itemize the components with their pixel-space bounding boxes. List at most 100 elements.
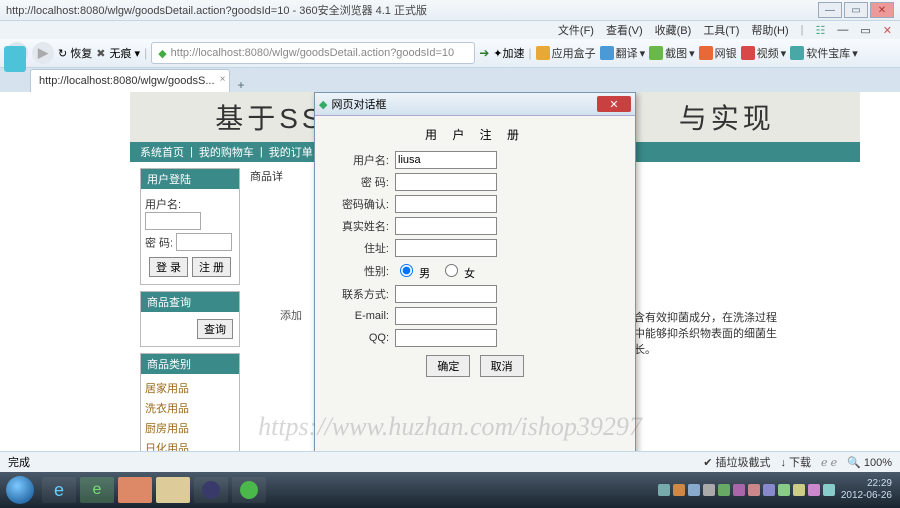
field-contact-input[interactable] bbox=[395, 285, 497, 303]
window-title: http://localhost:8080/wlgw/goodsDetail.a… bbox=[6, 2, 818, 18]
status-left: 完成 bbox=[8, 454, 703, 470]
status-zoom[interactable]: 🔍 100% bbox=[847, 456, 892, 469]
search-panel: 商品查询 查询 bbox=[140, 291, 240, 347]
dialog-icon: ◆ bbox=[319, 98, 327, 111]
login-user-label: 用户名: bbox=[145, 199, 181, 211]
speed-button[interactable]: ✦加速 bbox=[493, 45, 524, 61]
field-user-label: 用户名: bbox=[325, 152, 395, 168]
field-contact-label: 联系方式: bbox=[325, 286, 395, 302]
login-panel: 用户登陆 用户名: 密 码: 登 录注 册 bbox=[140, 168, 240, 285]
category-panel-title: 商品类别 bbox=[141, 354, 239, 374]
task-ie-icon[interactable]: e bbox=[42, 477, 76, 503]
menu-favorites[interactable]: 收藏(B) bbox=[655, 22, 692, 38]
maximize-button[interactable]: ▭ bbox=[844, 2, 868, 18]
field-addr-label: 住址: bbox=[325, 240, 395, 256]
task-app2-icon[interactable] bbox=[232, 477, 266, 503]
login-pass-input[interactable] bbox=[176, 233, 232, 251]
field-email-input[interactable] bbox=[395, 307, 497, 325]
field-pass-label: 密 码: bbox=[325, 174, 395, 190]
status-download[interactable]: ↓ 下载 bbox=[780, 454, 811, 470]
menu-file[interactable]: 文件(F) bbox=[558, 22, 594, 38]
refresh-button[interactable]: ↻ 恢复 bbox=[58, 45, 92, 61]
tab-close-icon[interactable]: × bbox=[220, 74, 226, 85]
field-email-label: E-mail: bbox=[325, 310, 395, 322]
menu-extra-icon[interactable]: ☷ bbox=[816, 24, 826, 37]
menu-close-icon[interactable]: ✕ bbox=[883, 24, 892, 37]
windows-logo-icon bbox=[6, 476, 34, 504]
tab-new-button[interactable]: + bbox=[230, 78, 253, 92]
field-qq-label: QQ: bbox=[325, 332, 395, 344]
browser-menus: 文件(F) 查看(V) 收藏(B) 工具(T) 帮助(H) | ☷ — ▭ ✕ bbox=[0, 21, 900, 39]
login-panel-title: 用户登陆 bbox=[141, 169, 239, 189]
taskbar-clock[interactable]: 22:29 2012-06-26 bbox=[841, 478, 892, 502]
menu-view[interactable]: 查看(V) bbox=[606, 22, 643, 38]
field-sex-label: 性别: bbox=[325, 263, 395, 279]
browser-title-bar: http://localhost:8080/wlgw/goodsDetail.a… bbox=[0, 0, 900, 21]
search-panel-title: 商品查询 bbox=[141, 292, 239, 312]
field-pass2-input[interactable] bbox=[395, 195, 497, 213]
toolbar-software[interactable]: 软件宝库▾ bbox=[790, 45, 858, 61]
clock-date: 2012-06-26 bbox=[841, 490, 892, 502]
site-icon: ◆ bbox=[158, 47, 166, 60]
toolbar-bank[interactable]: 网银 bbox=[699, 45, 737, 61]
task-360-icon[interactable]: e bbox=[80, 477, 114, 503]
add-label: 添加 bbox=[280, 307, 302, 323]
minimize-button[interactable]: — bbox=[818, 2, 842, 18]
status-bar: 完成 ✔ 插垃圾截式 ↓ 下载 ℯ ℯ 🔍 100% bbox=[0, 451, 900, 472]
close-window-button[interactable]: ✕ bbox=[870, 2, 894, 18]
window-controls: — ▭ ✕ bbox=[818, 2, 894, 18]
dialog-titlebar[interactable]: ◆ 网页对话框 ✕ bbox=[315, 93, 635, 116]
toolbar-appbox[interactable]: 应用盒子 bbox=[536, 45, 596, 61]
field-user-input[interactable] bbox=[395, 151, 497, 169]
tab-active[interactable]: http://localhost:8080/wlgw/goodsS... × bbox=[30, 69, 230, 92]
home-button[interactable]: 无痕 ▾ bbox=[110, 45, 141, 61]
field-realname-input[interactable] bbox=[395, 217, 497, 235]
menu-min-icon[interactable]: — bbox=[837, 24, 848, 36]
radio-female[interactable]: 女 bbox=[440, 261, 475, 281]
field-qq-input[interactable] bbox=[395, 329, 497, 347]
toolbar-translate[interactable]: 翻译▾ bbox=[600, 45, 646, 61]
menu-tools[interactable]: 工具(T) bbox=[703, 22, 739, 38]
side-badge-icon bbox=[4, 46, 26, 72]
task-eclipse-icon[interactable] bbox=[194, 477, 228, 503]
start-button[interactable] bbox=[0, 472, 40, 508]
toolbar-video[interactable]: 视频▾ bbox=[741, 45, 787, 61]
field-addr-input[interactable] bbox=[395, 239, 497, 257]
dialog-ok-button[interactable]: 确定 bbox=[426, 355, 470, 377]
clock-time: 22:29 bbox=[841, 478, 892, 490]
task-explorer-icon[interactable] bbox=[156, 477, 190, 503]
cat-item[interactable]: 洗衣用品 bbox=[145, 398, 235, 418]
dialog-close-button[interactable]: ✕ bbox=[597, 96, 631, 112]
dialog-title: 网页对话框 bbox=[331, 96, 597, 112]
forward-button[interactable]: ▶ bbox=[32, 42, 54, 64]
search-button[interactable]: 查询 bbox=[197, 319, 233, 339]
go-button[interactable]: ➔ bbox=[479, 46, 489, 60]
radio-male[interactable]: 男 bbox=[395, 261, 430, 281]
nav-home[interactable]: 系统首页 bbox=[140, 144, 184, 160]
nav-orders[interactable]: 我的订单 bbox=[269, 144, 313, 160]
status-plugin[interactable]: ✔ 插垃圾截式 bbox=[703, 454, 770, 470]
login-user-input[interactable] bbox=[145, 212, 201, 230]
cat-item[interactable]: 居家用品 bbox=[145, 378, 235, 398]
dialog-clear-button[interactable]: 取消 bbox=[480, 355, 524, 377]
left-column: 用户登陆 用户名: 密 码: 登 录注 册 商品查询 查询 商品类别 居家用品 … bbox=[140, 168, 240, 492]
login-button[interactable]: 登 录 bbox=[149, 257, 188, 277]
tab-strip: http://localhost:8080/wlgw/goodsS... × + bbox=[0, 68, 900, 92]
menu-help[interactable]: 帮助(H) bbox=[751, 22, 788, 38]
field-realname-label: 真实姓名: bbox=[325, 218, 395, 234]
nav-cart[interactable]: 我的购物车 bbox=[199, 144, 254, 160]
register-open-button[interactable]: 注 册 bbox=[192, 257, 231, 277]
cat-item[interactable]: 厨房用品 bbox=[145, 418, 235, 438]
tab-label: http://localhost:8080/wlgw/goodsS... bbox=[39, 75, 215, 87]
field-pass-input[interactable] bbox=[395, 173, 497, 191]
tray-icons[interactable] bbox=[658, 484, 835, 496]
address-bar[interactable]: ◆ http://localhost:8080/wlgw/goodsDetail… bbox=[151, 42, 475, 64]
toolbar-screenshot[interactable]: 截图▾ bbox=[649, 45, 695, 61]
windows-taskbar: e e 22:29 2012-06-26 bbox=[0, 472, 900, 508]
menu-restore-icon[interactable]: ▭ bbox=[860, 24, 870, 37]
product-note: 含有效抑菌成分，在洗涤过程中能够抑杀织物表面的细菌生长。 bbox=[634, 310, 784, 358]
login-pass-label: 密 码: bbox=[145, 238, 173, 250]
stop-button[interactable]: ✖ bbox=[96, 47, 105, 60]
task-app1-icon[interactable] bbox=[118, 477, 152, 503]
dialog-heading: 用 户 注 册 bbox=[325, 126, 625, 143]
